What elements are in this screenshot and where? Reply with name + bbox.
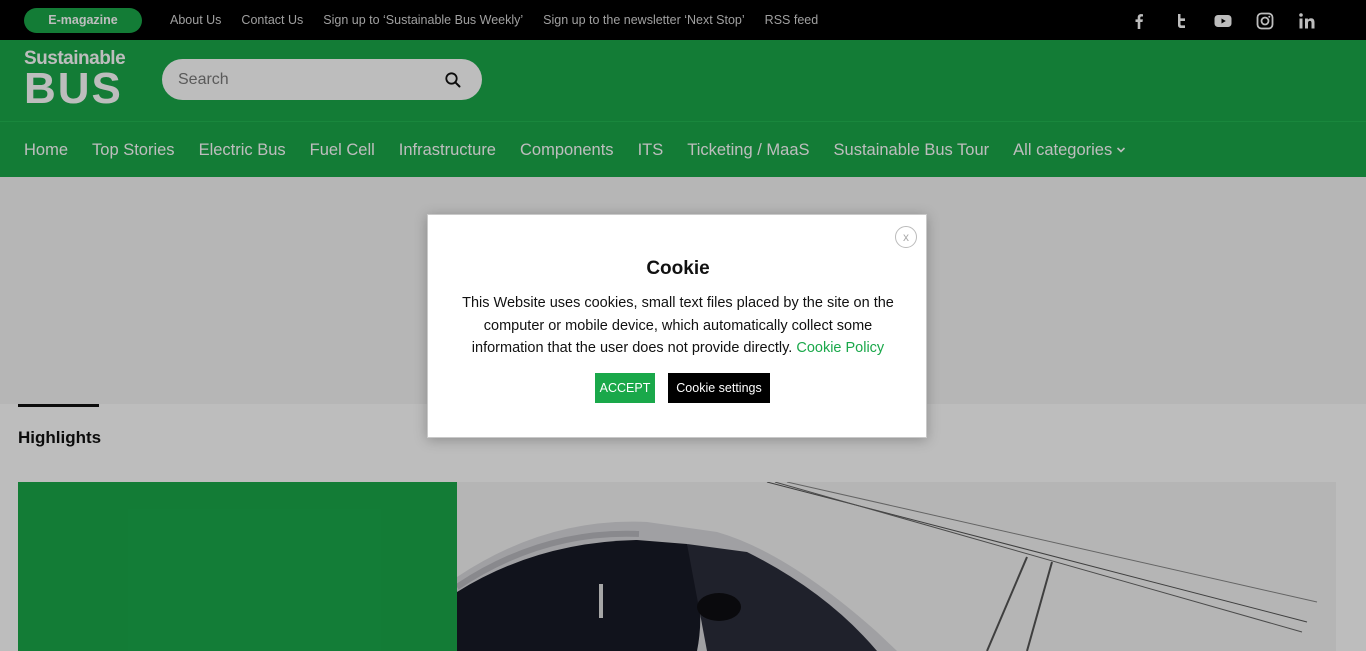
accept-button[interactable]: ACCEPT [595,373,655,403]
cookie-modal: x Cookie This Website uses cookies, smal… [427,214,927,438]
cookie-text: This Website uses cookies, small text fi… [462,292,894,360]
close-button[interactable]: x [895,226,917,248]
cookie-settings-button[interactable]: Cookie settings [668,373,770,403]
cookie-policy-link[interactable]: Cookie Policy [796,340,884,356]
cookie-title: Cookie [646,258,710,279]
